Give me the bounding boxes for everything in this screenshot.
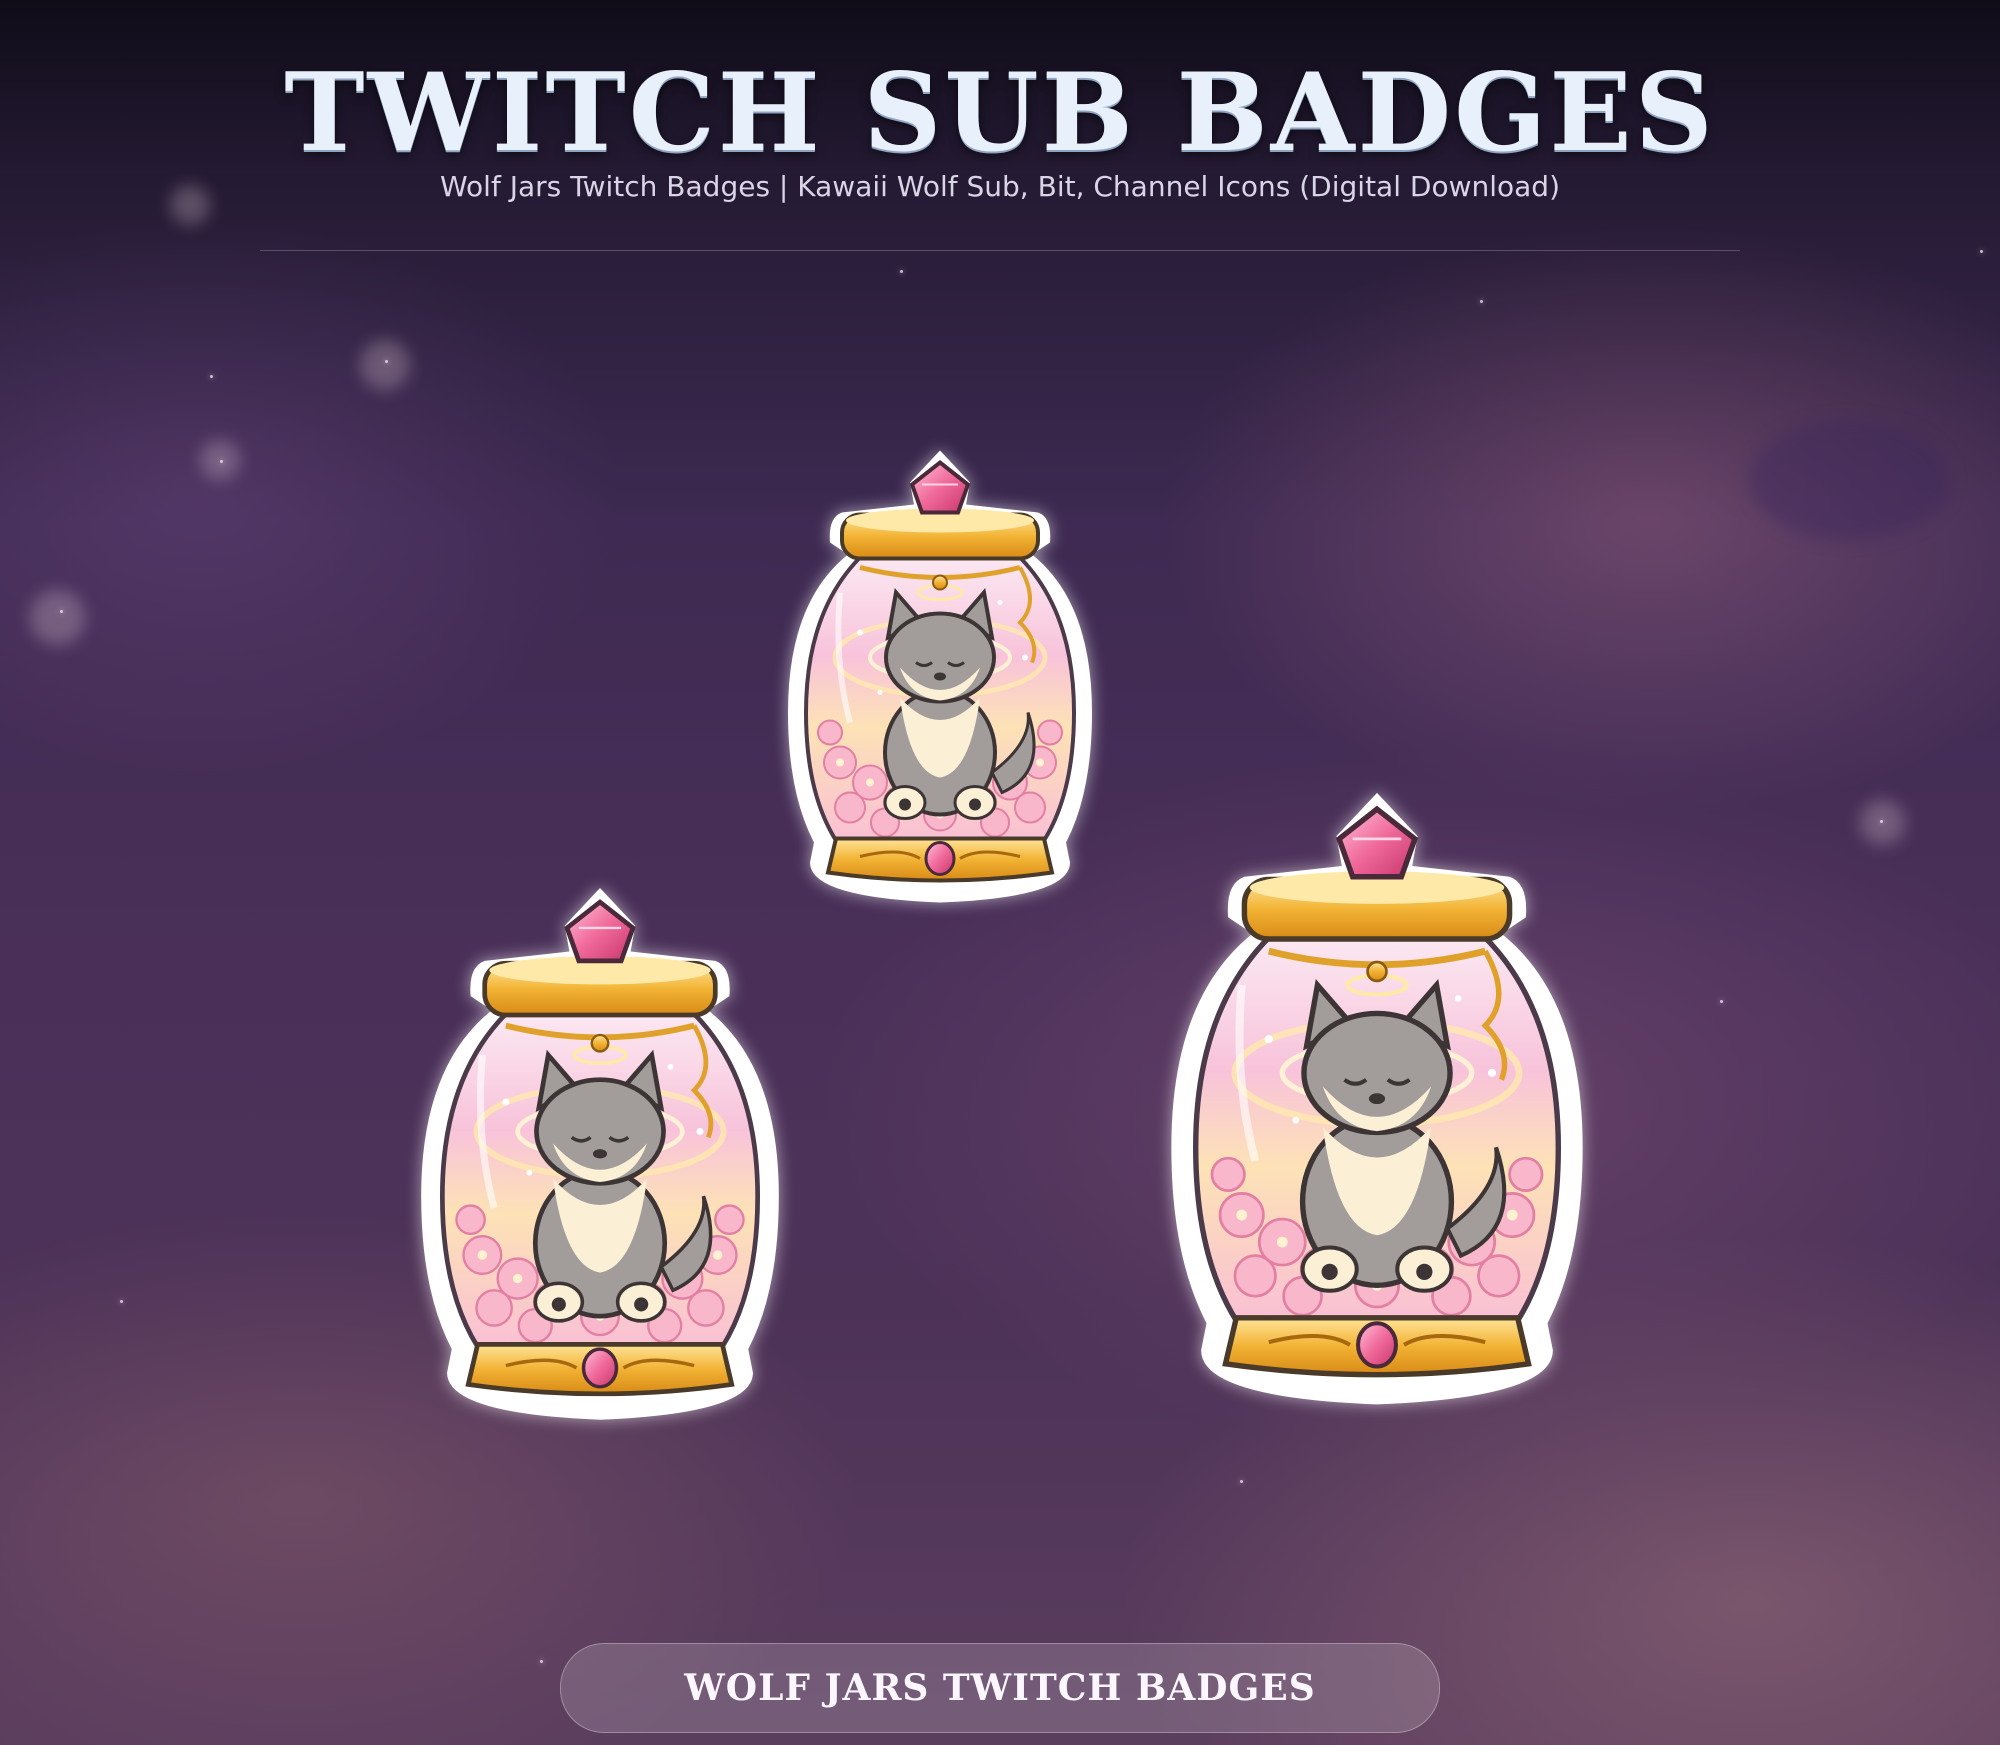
badge-small	[770, 435, 1110, 920]
background-bokeh	[1750, 420, 1950, 540]
header: TWITCH SUB BADGES Wolf Jars Twitch Badge…	[0, 0, 2000, 250]
wolf-jar-icon	[1147, 780, 1607, 1420]
footer-label-pill: WOLF JARS TWITCH BADGES	[560, 1643, 1440, 1733]
badge-large	[1147, 780, 1607, 1420]
page-subtitle: Wolf Jars Twitch Badges | Kawaii Wolf Su…	[440, 170, 1560, 203]
background-bokeh	[1860, 800, 1905, 845]
badge-medium	[400, 875, 800, 1435]
background-bokeh	[200, 440, 240, 480]
header-divider	[260, 250, 1740, 251]
footer-label: WOLF JARS TWITCH BADGES	[684, 1667, 1316, 1709]
wolf-jar-icon	[400, 875, 800, 1435]
page-title: TWITCH SUB BADGES	[284, 50, 1716, 176]
background-bokeh	[360, 340, 410, 390]
wolf-jar-icon	[770, 435, 1110, 920]
background-bokeh	[30, 590, 85, 645]
